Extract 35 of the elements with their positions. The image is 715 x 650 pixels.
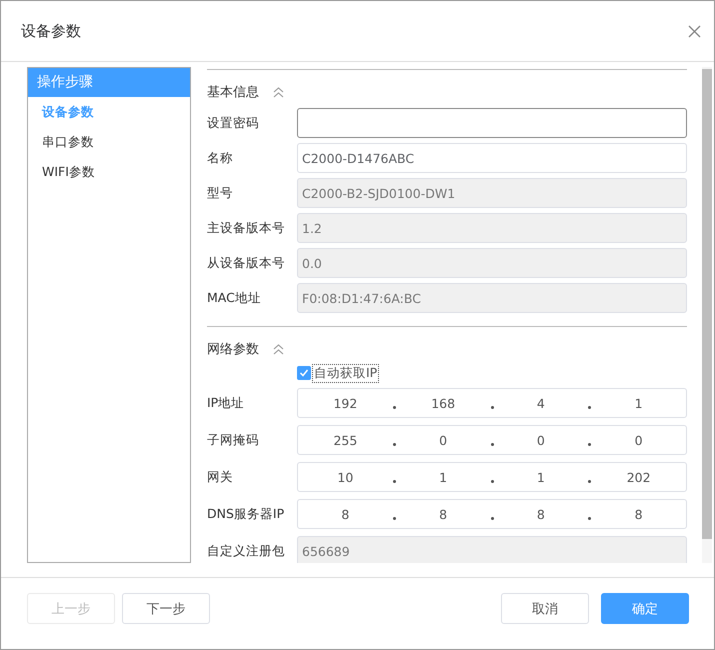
step-item[interactable]: WIFI参数 (28, 157, 190, 187)
field-label: 主设备版本号 (207, 220, 286, 236)
field-label: 从设备版本号 (207, 254, 286, 272)
input-field[interactable]: C2000-D1476ABC (297, 143, 687, 173)
field-label: 名称 (207, 150, 234, 166)
readonly-field[interactable]: 656689 (297, 536, 687, 563)
steps-header: 操作步骤 (28, 68, 190, 97)
check-icon (299, 368, 309, 378)
ip-address-field[interactable]: 10 1 1 202 (297, 462, 687, 492)
readonly-field[interactable]: F0:08:D1:47:6A:BC (297, 283, 687, 313)
field-label: DNS服务器IP (207, 506, 286, 522)
field-label: 型号 (207, 184, 234, 202)
input-field[interactable] (297, 108, 687, 138)
field-label: 自定义注册包 (207, 542, 286, 560)
readonly-field[interactable]: 0.0 (297, 248, 687, 278)
close-icon[interactable] (688, 24, 701, 38)
chevron-icon[interactable] (273, 344, 284, 354)
readonly-field[interactable]: 1.2 (297, 213, 687, 243)
dialog-title: 设备参数 (21, 22, 81, 40)
field-label: MAC地址 (207, 290, 262, 306)
ip-address-field[interactable]: 192 168 4 1 (297, 388, 687, 418)
section-title: 基本信息 (207, 84, 259, 101)
field-label: 子网掩码 (207, 432, 260, 448)
ip-address-field[interactable]: 255 0 0 0 (297, 425, 687, 455)
ip-address-field[interactable]: 8 8 8 8 (297, 499, 687, 529)
scrollbar-thumb[interactable] (702, 69, 712, 539)
step-button[interactable]: 下一步 (122, 593, 210, 624)
field-label: 网关 (207, 468, 234, 486)
readonly-field[interactable]: C2000-B2-SJD0100-DW1 (297, 178, 687, 208)
chevron-icon[interactable] (273, 86, 284, 98)
step-item[interactable]: 串口参数 (28, 127, 190, 157)
field-label: IP地址 (207, 394, 246, 412)
section-title: 网络参数 (207, 341, 259, 358)
field-label: 设置密码 (207, 114, 260, 132)
dialog-button[interactable]: 取消 (501, 593, 589, 624)
